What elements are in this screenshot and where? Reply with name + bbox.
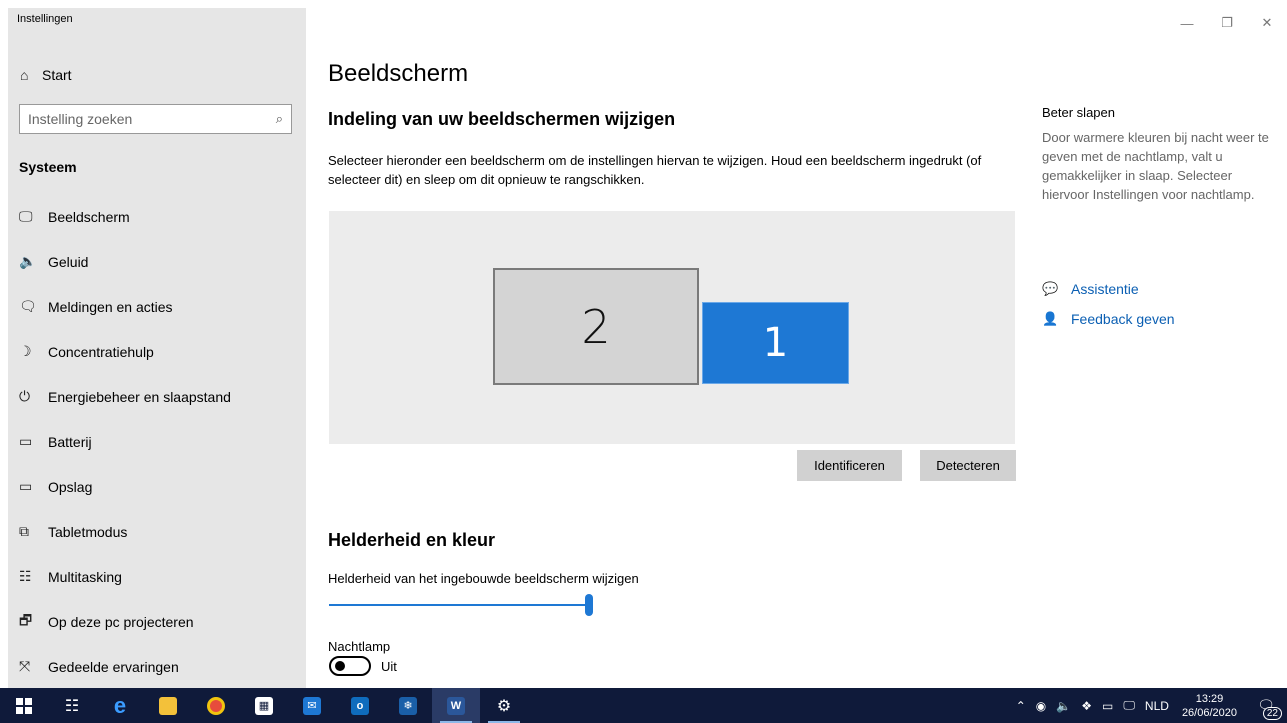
help-link-label: Assistentie (1071, 281, 1139, 297)
sidebar-item-gedeelde-ervaringen[interactable]: ⤧ Gedeelde ervaringen (8, 644, 306, 689)
brightness-slider[interactable] (329, 594, 593, 616)
notification-icon: 🗨 (19, 298, 37, 314)
task-view-icon[interactable]: ☷ (48, 688, 96, 723)
search-box[interactable]: ⌕ (19, 104, 292, 134)
start-link[interactable]: ⌂ Start (20, 64, 72, 86)
multitasking-icon: ☷ (19, 568, 32, 584)
notification-center-icon[interactable]: 🗨 22 (1245, 688, 1287, 723)
window-title: Instellingen (17, 13, 73, 25)
language-indicator[interactable]: NLD (1140, 699, 1174, 713)
feedback-link[interactable]: 👤 Feedback geven (1042, 309, 1175, 329)
shared-icon: ⤧ (19, 658, 31, 674)
app-icon[interactable]: ❄ (384, 688, 432, 723)
sidebar-item-label: Opslag (48, 478, 93, 495)
file-explorer-icon[interactable] (144, 688, 192, 723)
system-tray: ⌃ ◉ 🔈 ❖ ▭ 🖵 NLD 13:29 26/06/2020 🗨 22 (1011, 688, 1287, 723)
sidebar-item-label: Concentratiehulp (48, 343, 154, 360)
sidebar: Instellingen ⌂ Start ⌕ Systeem 🖵 Beeldsc… (8, 8, 306, 688)
slider-thumb[interactable] (585, 594, 593, 616)
start-label: Start (42, 67, 72, 83)
sidebar-item-multitasking[interactable]: ☷ Multitasking (8, 554, 306, 599)
help-link[interactable]: 💬 Assistentie (1042, 279, 1139, 299)
monitor-icon: 🖵 (19, 208, 33, 224)
sidebar-item-energiebeheer[interactable]: ⏻ Energiebeheer en slaapstand (8, 374, 306, 419)
sidebar-nav: 🖵 Beeldscherm 🔈 Geluid 🗨 Meldingen en ac… (8, 194, 306, 689)
record-icon[interactable]: ◉ (1031, 699, 1051, 713)
sidebar-item-label: Gedeelde ervaringen (48, 658, 179, 675)
monitor-2[interactable]: 2 (493, 268, 699, 385)
maximize-icon[interactable]: ❐ (1207, 8, 1247, 38)
tablet-icon: ⧉ (19, 523, 29, 539)
taskbar: ☷ e ▦ ✉ o ❄ W ⚙ ⌃ ◉ 🔈 ❖ ▭ 🖵 NLD 13:29 26… (0, 688, 1287, 723)
section-title: Systeem (19, 159, 77, 175)
sidebar-item-batterij[interactable]: ▭ Batterij (8, 419, 306, 464)
sidebar-item-label: Meldingen en acties (48, 298, 173, 315)
close-icon[interactable]: ✕ (1247, 8, 1287, 38)
help-chat-icon: 💬 (1042, 281, 1059, 296)
monitor-1[interactable]: 1 (702, 302, 849, 384)
main-content: Beeldscherm Indeling van uw beeldscherme… (326, 8, 1026, 688)
sidebar-item-meldingen[interactable]: 🗨 Meldingen en acties (8, 284, 306, 329)
clock-date: 26/06/2020 (1181, 706, 1237, 719)
layout-description: Selecteer hieronder een beeldscherm om d… (328, 153, 982, 187)
sidebar-item-beeldscherm[interactable]: 🖵 Beeldscherm (8, 194, 306, 239)
slider-track[interactable] (329, 604, 589, 606)
project-icon: 🗗 (19, 611, 33, 628)
settings-gear-icon[interactable]: ⚙ (480, 688, 528, 723)
notification-count: 22 (1262, 707, 1282, 720)
power-icon: ⏻ (19, 388, 31, 404)
nightlight-label: Nachtlamp (328, 639, 391, 654)
search-icon[interactable]: ⌕ (276, 111, 283, 127)
sidebar-item-label: Tabletmodus (48, 523, 128, 540)
page-title: Beeldscherm (328, 60, 469, 87)
nightlight-toggle[interactable] (329, 656, 371, 676)
identify-button[interactable]: Identificeren (797, 450, 902, 481)
outlook-icon[interactable]: o (336, 688, 384, 723)
sidebar-item-label: Op deze pc projecteren (48, 613, 194, 630)
store-icon[interactable]: ▦ (240, 688, 288, 723)
sidebar-item-label: Multitasking (48, 568, 122, 585)
edge-icon[interactable]: e (96, 688, 144, 723)
speaker-icon: 🔈 (19, 253, 37, 269)
toggle-knob (335, 661, 345, 671)
window-controls: — ❐ ✕ (1167, 8, 1287, 38)
sidebar-item-projecteren[interactable]: 🗗 Op deze pc projecteren (8, 599, 306, 644)
moon-icon: ☽ (19, 343, 32, 359)
search-input[interactable] (28, 111, 276, 127)
sidebar-item-concentratiehulp[interactable]: ☽ Concentratiehulp (8, 329, 306, 374)
word-icon[interactable]: W (432, 688, 480, 723)
minimize-icon[interactable]: — (1167, 8, 1207, 38)
detect-button[interactable]: Detecteren (920, 450, 1016, 481)
sidebar-item-opslag[interactable]: ▭ Opslag (8, 464, 306, 509)
battery-tray-icon[interactable]: ▭ (1097, 699, 1118, 713)
aside-title: Beter slapen (1042, 105, 1115, 120)
volume-icon[interactable]: 🔈 (1051, 699, 1076, 713)
sidebar-item-label: Beeldscherm (48, 208, 130, 225)
feedback-link-label: Feedback geven (1071, 311, 1175, 327)
aside-text: Door warmere kleuren bij nacht weer te g… (1042, 130, 1269, 202)
display-arrangement: 2 1 (329, 211, 1015, 444)
home-icon: ⌂ (20, 67, 29, 83)
nightlight-state: Uit (381, 659, 397, 674)
sidebar-item-geluid[interactable]: 🔈 Geluid (8, 239, 306, 284)
sidebar-item-label: Geluid (48, 253, 89, 270)
chevron-up-icon[interactable]: ⌃ (1011, 699, 1031, 713)
storage-icon: ▭ (19, 478, 33, 494)
layout-heading: Indeling van uw beeldschermen wijzigen (328, 109, 676, 129)
sidebar-item-label: Batterij (48, 433, 92, 450)
chrome-icon[interactable] (192, 688, 240, 723)
sidebar-item-tabletmodus[interactable]: ⧉ Tabletmodus (8, 509, 306, 554)
network-icon[interactable]: 🖵 (1118, 698, 1140, 713)
brightness-heading: Helderheid en kleur (328, 530, 496, 550)
settings-window: Instellingen ⌂ Start ⌕ Systeem 🖵 Beeldsc… (8, 8, 1287, 688)
clock-time: 13:29 (1195, 692, 1224, 705)
clock[interactable]: 13:29 26/06/2020 (1174, 692, 1245, 720)
brightness-label: Helderheid van het ingebouwde beeldscher… (328, 571, 639, 586)
dropbox-icon[interactable]: ❖ (1076, 699, 1097, 713)
windows-start-icon[interactable] (0, 688, 48, 723)
sidebar-item-label: Energiebeheer en slaapstand (48, 388, 231, 405)
feedback-icon: 👤 (1042, 311, 1059, 326)
mail-icon[interactable]: ✉ (288, 688, 336, 723)
battery-icon: ▭ (19, 433, 33, 449)
